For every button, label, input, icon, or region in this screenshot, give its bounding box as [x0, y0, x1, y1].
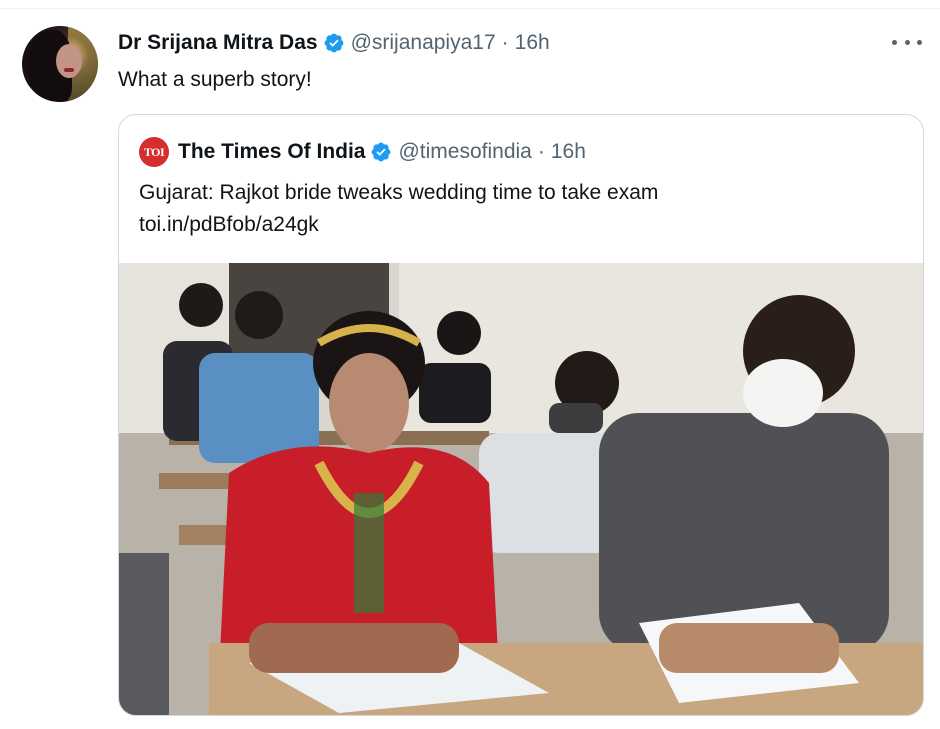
top-divider: [0, 0, 940, 9]
quoted-tweet-headline: Gujarat: Rajkot bride tweaks wedding tim…: [139, 181, 659, 204]
avatar[interactable]: [22, 26, 98, 102]
tweet-text: What a superb story!: [118, 68, 312, 91]
more-options-icon[interactable]: [892, 30, 922, 54]
separator-dot: ·: [537, 140, 545, 163]
quoted-tweet-card[interactable]: TOI The Times Of India @timesofindia · 1…: [118, 114, 924, 716]
quoted-author-name: The Times Of India: [178, 140, 366, 163]
verified-badge-icon: [324, 33, 343, 53]
separator-dot: ·: [501, 31, 509, 54]
author-handle[interactable]: @srijanapiya17: [351, 31, 496, 55]
toi-avatar[interactable]: TOI: [139, 137, 169, 167]
author-name[interactable]: Dr Srijana Mitra Das: [118, 31, 318, 55]
quoted-author-handle: @timesofindia: [398, 140, 532, 163]
verified-badge-icon: [372, 142, 391, 162]
tweet-timestamp[interactable]: 16h: [515, 31, 550, 55]
quoted-tweet-header: TOI The Times Of India @timesofindia · 1…: [139, 137, 586, 167]
news-photo[interactable]: [119, 263, 924, 716]
quoted-tweet-timestamp: 16h: [550, 140, 586, 163]
quoted-tweet-link[interactable]: toi.in/pdBfob/a24gk: [139, 209, 899, 241]
quoted-tweet-text: Gujarat: Rajkot bride tweaks wedding tim…: [139, 177, 899, 241]
tweet-header: Dr Srijana Mitra Das @srijanapiya17 · 16…: [118, 30, 550, 56]
